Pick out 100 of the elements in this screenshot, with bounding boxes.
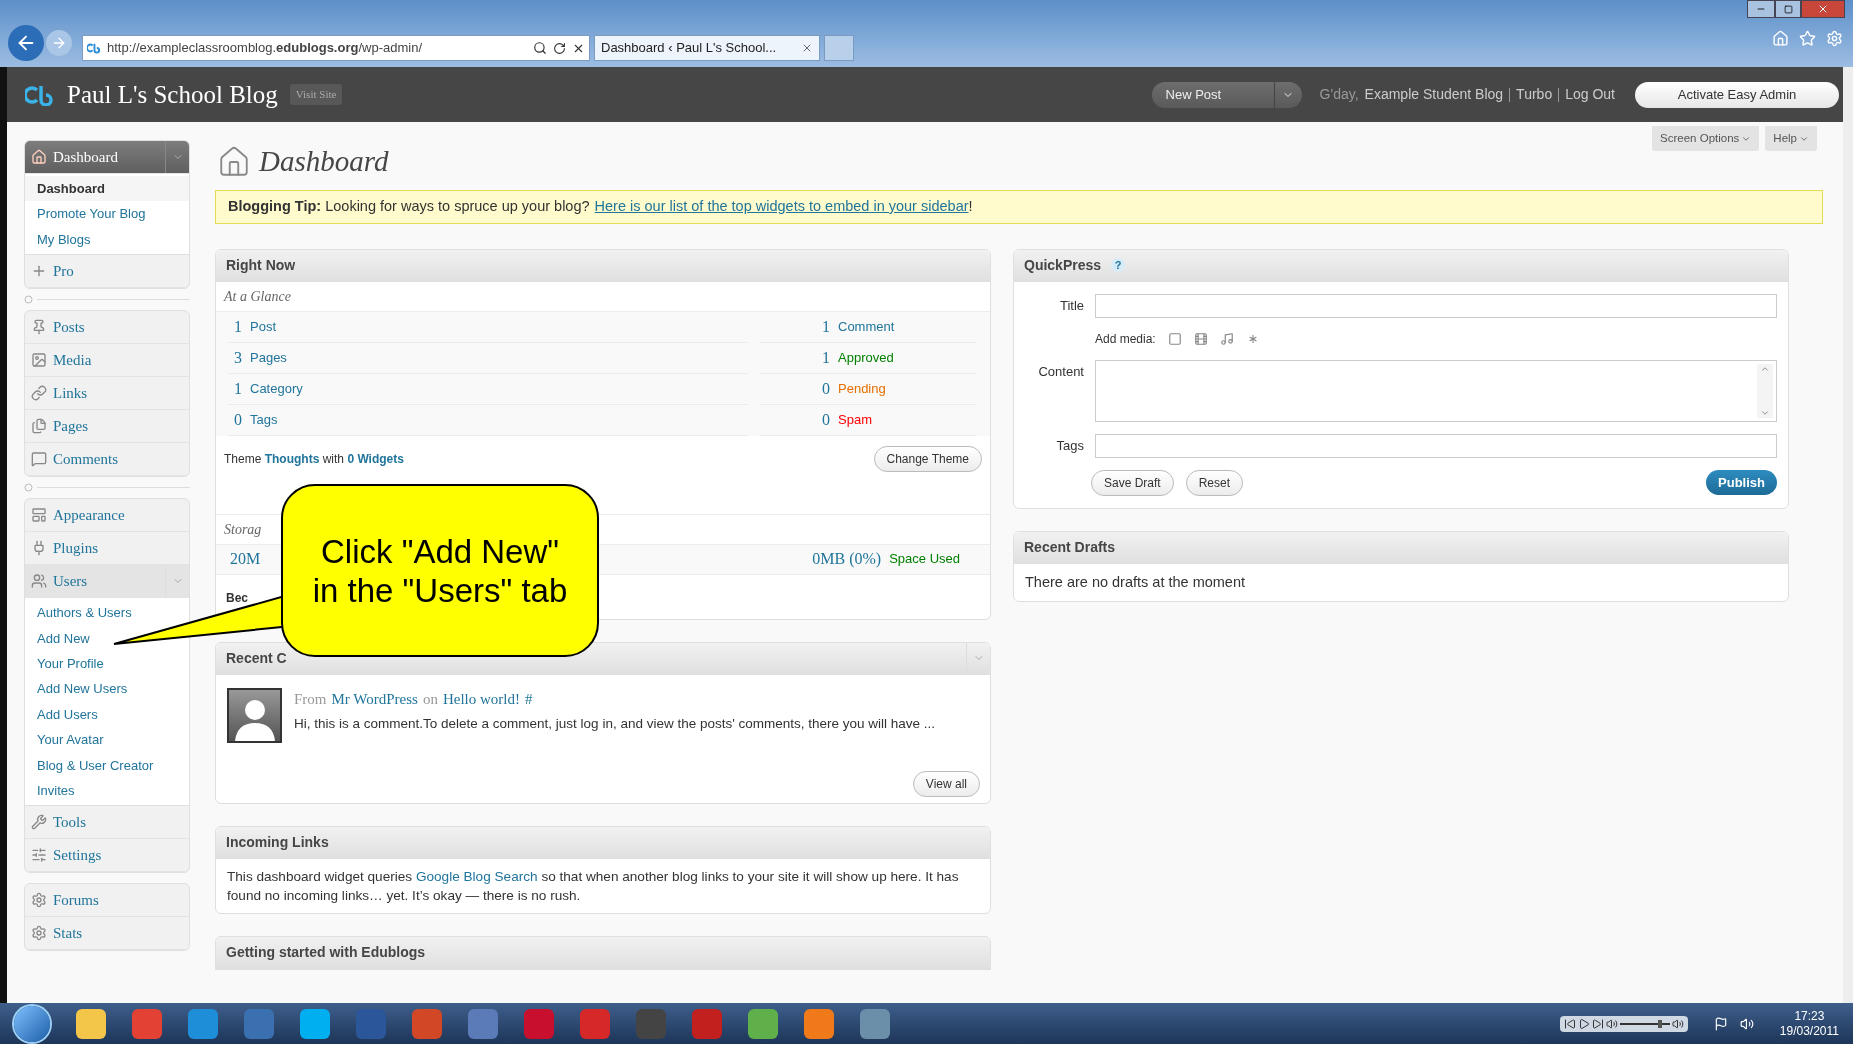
- page-scrollbar[interactable]: [1843, 67, 1853, 1003]
- menu-item[interactable]: Posts: [25, 311, 189, 345]
- start-button[interactable]: [14, 1005, 50, 1042]
- header-link[interactable]: Turbo: [1516, 84, 1553, 105]
- menu-item[interactable]: Links: [25, 377, 189, 411]
- header-link[interactable]: Log Out: [1565, 84, 1615, 105]
- address-bar[interactable]: http://exampleclassroomblog.edublogs.org/wp-admin/: [82, 35, 590, 61]
- forward-button[interactable]: [46, 30, 72, 56]
- reset-button[interactable]: Reset: [1185, 469, 1244, 496]
- permalink-link[interactable]: #: [525, 687, 533, 710]
- title-field[interactable]: [1095, 293, 1777, 318]
- help-link[interactable]: ?: [1111, 258, 1126, 272]
- theme-link[interactable]: Thoughts: [264, 451, 320, 466]
- close-button[interactable]: [1801, 0, 1845, 18]
- refresh-icon[interactable]: [553, 41, 566, 55]
- stat-link[interactable]: Tags: [250, 409, 278, 430]
- stat-link[interactable]: Spam: [838, 409, 872, 430]
- home-icon[interactable]: [1772, 30, 1789, 47]
- collapse-icon[interactable]: [24, 483, 33, 493]
- wrench-icon: [31, 814, 47, 831]
- menu-item[interactable]: Stats: [25, 917, 189, 951]
- taskbar-app-icon[interactable]: [748, 1008, 778, 1039]
- next-icon[interactable]: [1591, 1017, 1604, 1030]
- stat-link[interactable]: Comment: [838, 316, 895, 337]
- author-link[interactable]: Mr WordPress: [331, 687, 418, 710]
- speaker-icon[interactable]: [1739, 1016, 1754, 1031]
- image-icon[interactable]: [1167, 331, 1182, 346]
- close-icon[interactable]: [801, 42, 813, 54]
- minimize-button[interactable]: [1747, 0, 1775, 18]
- change-theme-button[interactable]: Change Theme: [873, 445, 982, 472]
- clock-date[interactable]: 19/03/2011: [1779, 1023, 1839, 1039]
- collapse-icon[interactable]: [24, 295, 33, 305]
- stat-link[interactable]: Pages: [250, 347, 287, 368]
- menu-item[interactable]: Forums: [25, 884, 189, 918]
- save-draft-button[interactable]: Save Draft: [1091, 469, 1174, 496]
- menu-item[interactable]: Media: [25, 344, 189, 378]
- taskbar-app-icon[interactable]: [804, 1008, 834, 1039]
- post-title-link[interactable]: Hello world!: [442, 687, 521, 710]
- taskbar-app-icon[interactable]: [76, 1008, 106, 1039]
- stat-link[interactable]: Approved: [838, 347, 894, 368]
- submenu-item[interactable]: Blog & User Creator: [25, 752, 189, 778]
- taskbar-app-icon[interactable]: [188, 1008, 218, 1039]
- film-icon[interactable]: [1193, 331, 1208, 346]
- clock-time[interactable]: 17:23: [1794, 1008, 1825, 1024]
- taskbar-app-icon[interactable]: [860, 1008, 890, 1039]
- volume-thumb[interactable]: [1657, 1019, 1662, 1028]
- back-button[interactable]: [8, 25, 44, 61]
- menu-item[interactable]: Comments: [25, 443, 189, 477]
- quota-link[interactable]: 20M: [230, 547, 261, 571]
- menu-item[interactable]: Dashboard: [25, 141, 189, 174]
- submenu-item[interactable]: Add Users: [25, 701, 189, 728]
- speaker-icon[interactable]: [1605, 1017, 1618, 1030]
- callout-text: in the "Users" tab: [312, 570, 568, 610]
- play-icon[interactable]: [1577, 1017, 1590, 1030]
- stat-link[interactable]: Pending: [838, 378, 886, 399]
- submenu-item[interactable]: Dashboard: [25, 176, 189, 202]
- content-field[interactable]: [1095, 359, 1777, 422]
- help-button[interactable]: Help: [1765, 126, 1817, 152]
- media-controls[interactable]: [1559, 1015, 1688, 1032]
- submenu-item[interactable]: Authors & Users: [25, 600, 189, 626]
- submenu-item[interactable]: Your Avatar: [25, 727, 189, 753]
- submenu-item[interactable]: Your Profile: [25, 650, 189, 677]
- url-text: http://exampleclassroomblog.edublogs.org/wp-admin/: [107, 39, 423, 58]
- submenu-item[interactable]: Promote Your Blog: [25, 201, 189, 227]
- stat-link[interactable]: Post: [250, 316, 276, 337]
- visit-site-button[interactable]: Visit Site: [289, 84, 343, 105]
- count-text: 0: [821, 409, 830, 430]
- star-icon[interactable]: [1799, 30, 1816, 47]
- count-text: 1: [821, 347, 830, 368]
- menu-item[interactable]: Settings: [25, 839, 189, 873]
- tags-field[interactable]: [1095, 433, 1777, 458]
- browser-tab[interactable]: Dashboard ‹ Paul L's School...: [594, 35, 820, 61]
- maximize-button[interactable]: [1775, 0, 1801, 18]
- widgets-link[interactable]: 0 Widgets: [347, 451, 404, 466]
- submenu-item[interactable]: Add New Users: [25, 676, 189, 702]
- taskbar-app-icon[interactable]: [300, 1008, 330, 1039]
- google-blog-search-link[interactable]: Google Blog Search: [415, 868, 538, 884]
- submenu-item[interactable]: My Blogs: [25, 226, 189, 253]
- activate-easy-admin-button[interactable]: Activate Easy Admin: [1635, 81, 1839, 108]
- flag-icon[interactable]: [1713, 1016, 1728, 1031]
- music-icon[interactable]: [1219, 331, 1234, 346]
- tip-link[interactable]: Here is our list of the top widgets to embed in your sidebar: [594, 195, 969, 218]
- search-icon[interactable]: [533, 41, 547, 55]
- screen-options-button[interactable]: Screen Options: [1652, 126, 1760, 152]
- menu-item[interactable]: Pro: [25, 255, 189, 289]
- menu-item[interactable]: Appearance: [25, 499, 189, 533]
- scrollbar[interactable]: [1757, 363, 1773, 418]
- menu-item[interactable]: Users: [25, 565, 189, 599]
- publish-button[interactable]: Publish: [1706, 469, 1777, 496]
- settings-icon[interactable]: [1826, 30, 1843, 47]
- menu-item[interactable]: Tools: [25, 806, 189, 840]
- stat-link[interactable]: Category: [250, 378, 303, 399]
- new-tab-button[interactable]: [824, 35, 854, 61]
- view-all-button[interactable]: View all: [912, 770, 980, 797]
- menu-item[interactable]: Pages: [25, 410, 189, 444]
- previous-icon[interactable]: [1563, 1017, 1576, 1030]
- user-link[interactable]: Example Student Blog: [1364, 84, 1504, 105]
- new-post-button[interactable]: New Post: [1151, 81, 1302, 108]
- speaker-icon[interactable]: [1671, 1017, 1684, 1030]
- submenu-item[interactable]: Invites: [25, 777, 189, 804]
